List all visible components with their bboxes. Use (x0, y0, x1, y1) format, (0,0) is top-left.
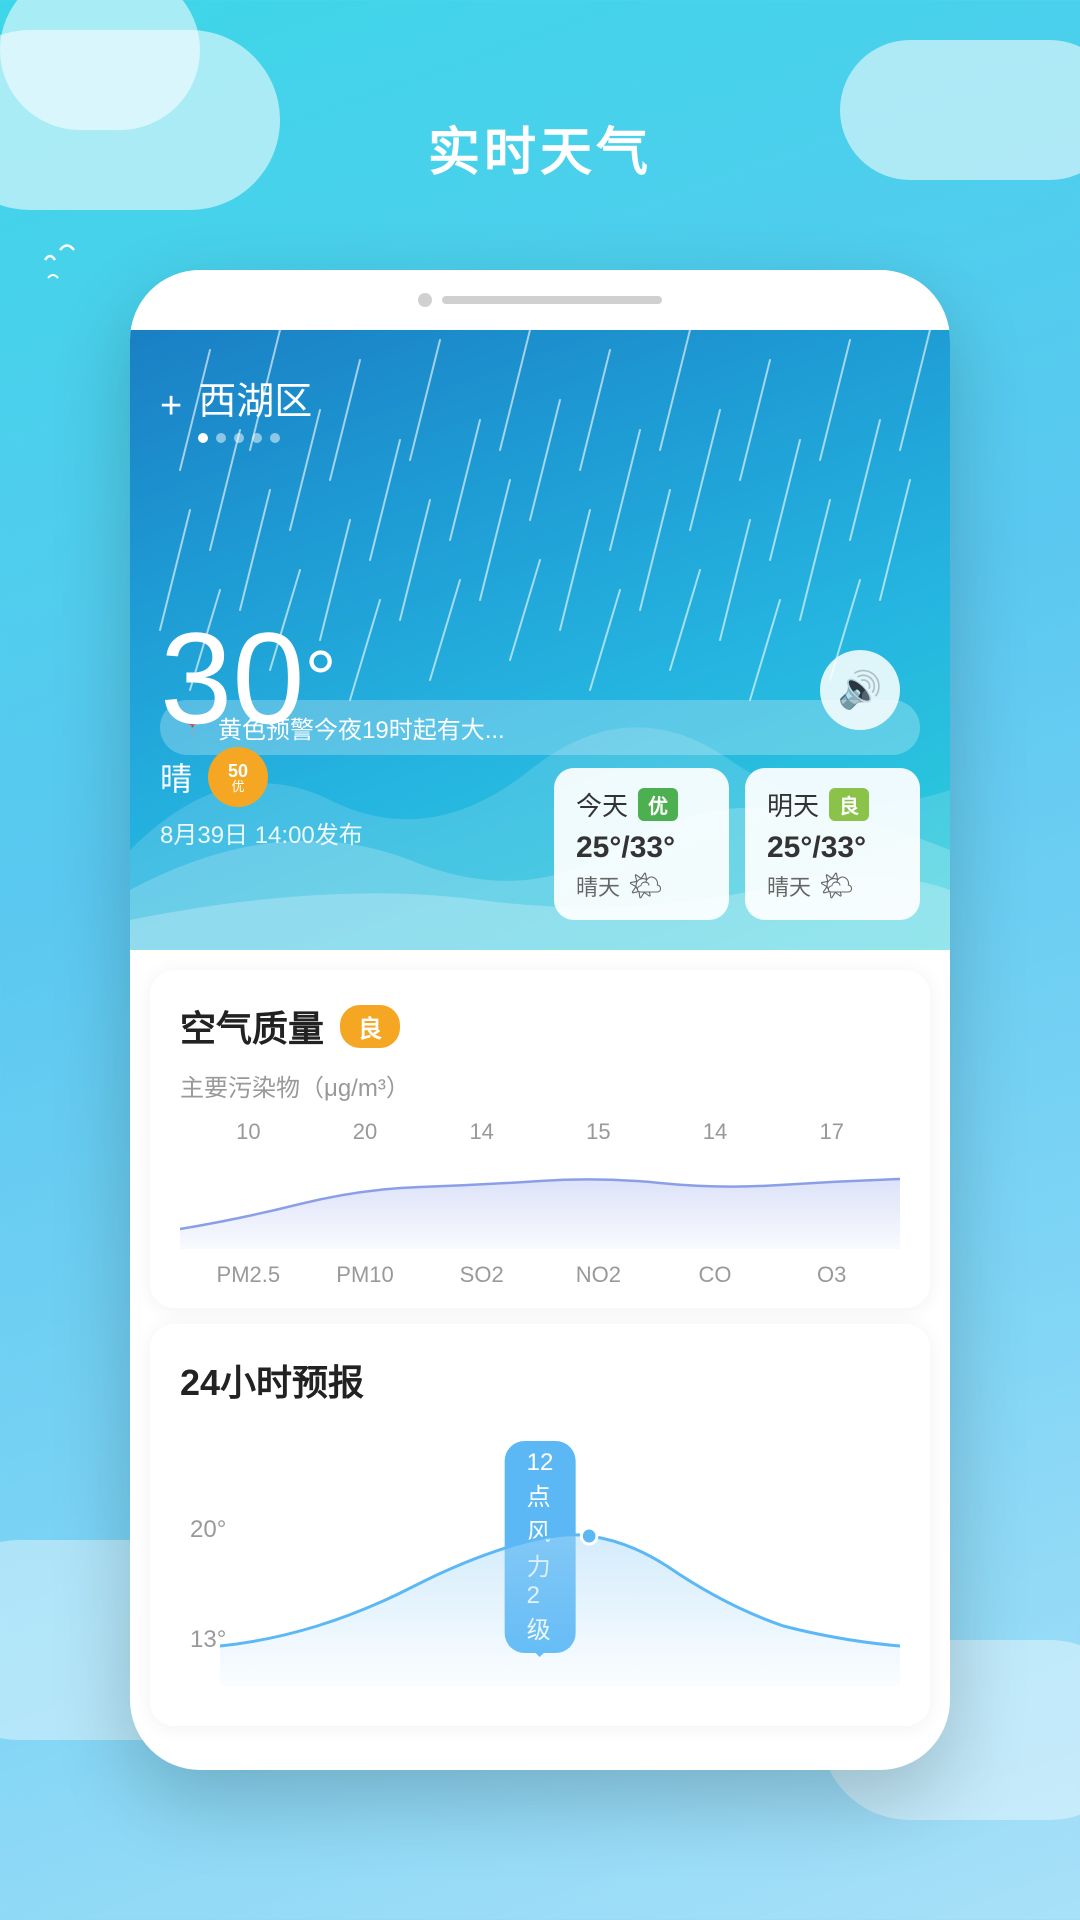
temperature-value: 30 (160, 613, 305, 743)
forecast-cards: 今天 优 25°/33° 晴天 🌤 明天 良 25°/33° 晴天 🌤 (554, 768, 920, 920)
forecast-24h-chart (220, 1486, 900, 1686)
pollutant-pm10-value: 20 (307, 1119, 424, 1145)
location-dot-5 (270, 433, 280, 443)
location-name: 西湖区 (198, 370, 312, 425)
air-quality-title-row: 空气质量 良 (180, 1000, 900, 1052)
forecast-today-icon: 🌤 (628, 869, 664, 902)
pollutant-label: 主要污染物（μg/m³） (180, 1068, 900, 1103)
pollutant-so2-value: 14 (423, 1119, 540, 1145)
forecast-today-quality: 优 (638, 788, 678, 821)
pollutant-pm25-label: PM2.5 (190, 1262, 307, 1288)
pollutant-pm25-value: 10 (190, 1119, 307, 1145)
forecast-24h-section: 24小时预报 12点 风力2级 20° 13° (150, 1324, 930, 1726)
phone-frame: + 西湖区 🔊 📍 黄色预警今夜19时起有大... (130, 270, 950, 1770)
pollutant-no2-value: 15 (540, 1119, 657, 1145)
notch-dot (418, 293, 432, 307)
forecast-today-label-row: 今天 优 (576, 786, 707, 823)
birds-decoration (40, 230, 130, 295)
pollutant-no2-label: NO2 (540, 1262, 657, 1288)
aqi-value: 50 (228, 762, 248, 780)
pollutant-co-value: 14 (657, 1119, 774, 1145)
weather-description-row: 晴 50 优 (160, 747, 363, 807)
publish-time: 8月39日 14:00发布 (160, 815, 363, 850)
location-dot-3 (234, 433, 244, 443)
pollutant-pm10-label: PM10 (307, 1262, 424, 1288)
forecast-tomorrow-label: 明天 (767, 786, 819, 823)
forecast-tomorrow-temp: 25°/33° (767, 831, 898, 865)
pollutant-o3-value: 17 (773, 1119, 890, 1145)
pollutant-co-label: CO (657, 1262, 774, 1288)
pollutant-o3-label: O3 (773, 1262, 890, 1288)
forecast-tomorrow-desc-text: 晴天 (767, 870, 811, 902)
location-dot-1 (198, 433, 208, 443)
location-dots (198, 433, 312, 443)
weather-description: 晴 (160, 754, 192, 800)
forecast-24h-chart-container: 12点 风力2级 20° 13° (180, 1426, 900, 1706)
forecast-today-card: 今天 优 25°/33° 晴天 🌤 (554, 768, 729, 920)
chart-values-row: 10 20 14 15 14 17 (180, 1119, 900, 1145)
aqi-badge: 50 优 (208, 747, 268, 807)
location-dot-4 (252, 433, 262, 443)
air-quality-section: 空气质量 良 主要污染物（μg/m³） 10 20 14 15 14 17 (150, 970, 930, 1308)
air-quality-title: 空气质量 (180, 1000, 324, 1052)
air-quality-level: 良 (340, 1005, 400, 1048)
add-location-button[interactable]: + (160, 385, 182, 428)
location-bar: + 西湖区 (160, 370, 312, 443)
forecast-today-temp: 25°/33° (576, 831, 707, 865)
forecast-tomorrow-icon: 🌤 (819, 869, 855, 902)
degree-symbol: ° (305, 633, 337, 725)
page-title: 实时天气 (0, 110, 1080, 185)
aqi-label: 优 (232, 780, 245, 793)
forecast-today-desc: 晴天 🌤 (576, 869, 707, 902)
forecast-today-desc-text: 晴天 (576, 870, 620, 902)
air-quality-chart (180, 1149, 900, 1249)
pollutant-so2-label: SO2 (423, 1262, 540, 1288)
weather-card: + 西湖区 🔊 📍 黄色预警今夜19时起有大... (130, 330, 950, 950)
forecast-today-label: 今天 (576, 786, 628, 823)
location-dot-2 (216, 433, 226, 443)
phone-notch (130, 270, 950, 330)
temperature-display: 30 ° 晴 50 优 8月39日 14:00发布 (160, 613, 363, 850)
forecast-24h-title: 24小时预报 (180, 1354, 900, 1406)
notch-bar (442, 296, 662, 304)
forecast-tomorrow-desc: 晴天 🌤 (767, 869, 898, 902)
forecast-tomorrow-card: 明天 良 25°/33° 晴天 🌤 (745, 768, 920, 920)
forecast-tomorrow-quality: 良 (829, 788, 869, 821)
chart-labels-row: PM2.5 PM10 SO2 NO2 CO O3 (180, 1262, 900, 1288)
forecast-tomorrow-label-row: 明天 良 (767, 786, 898, 823)
